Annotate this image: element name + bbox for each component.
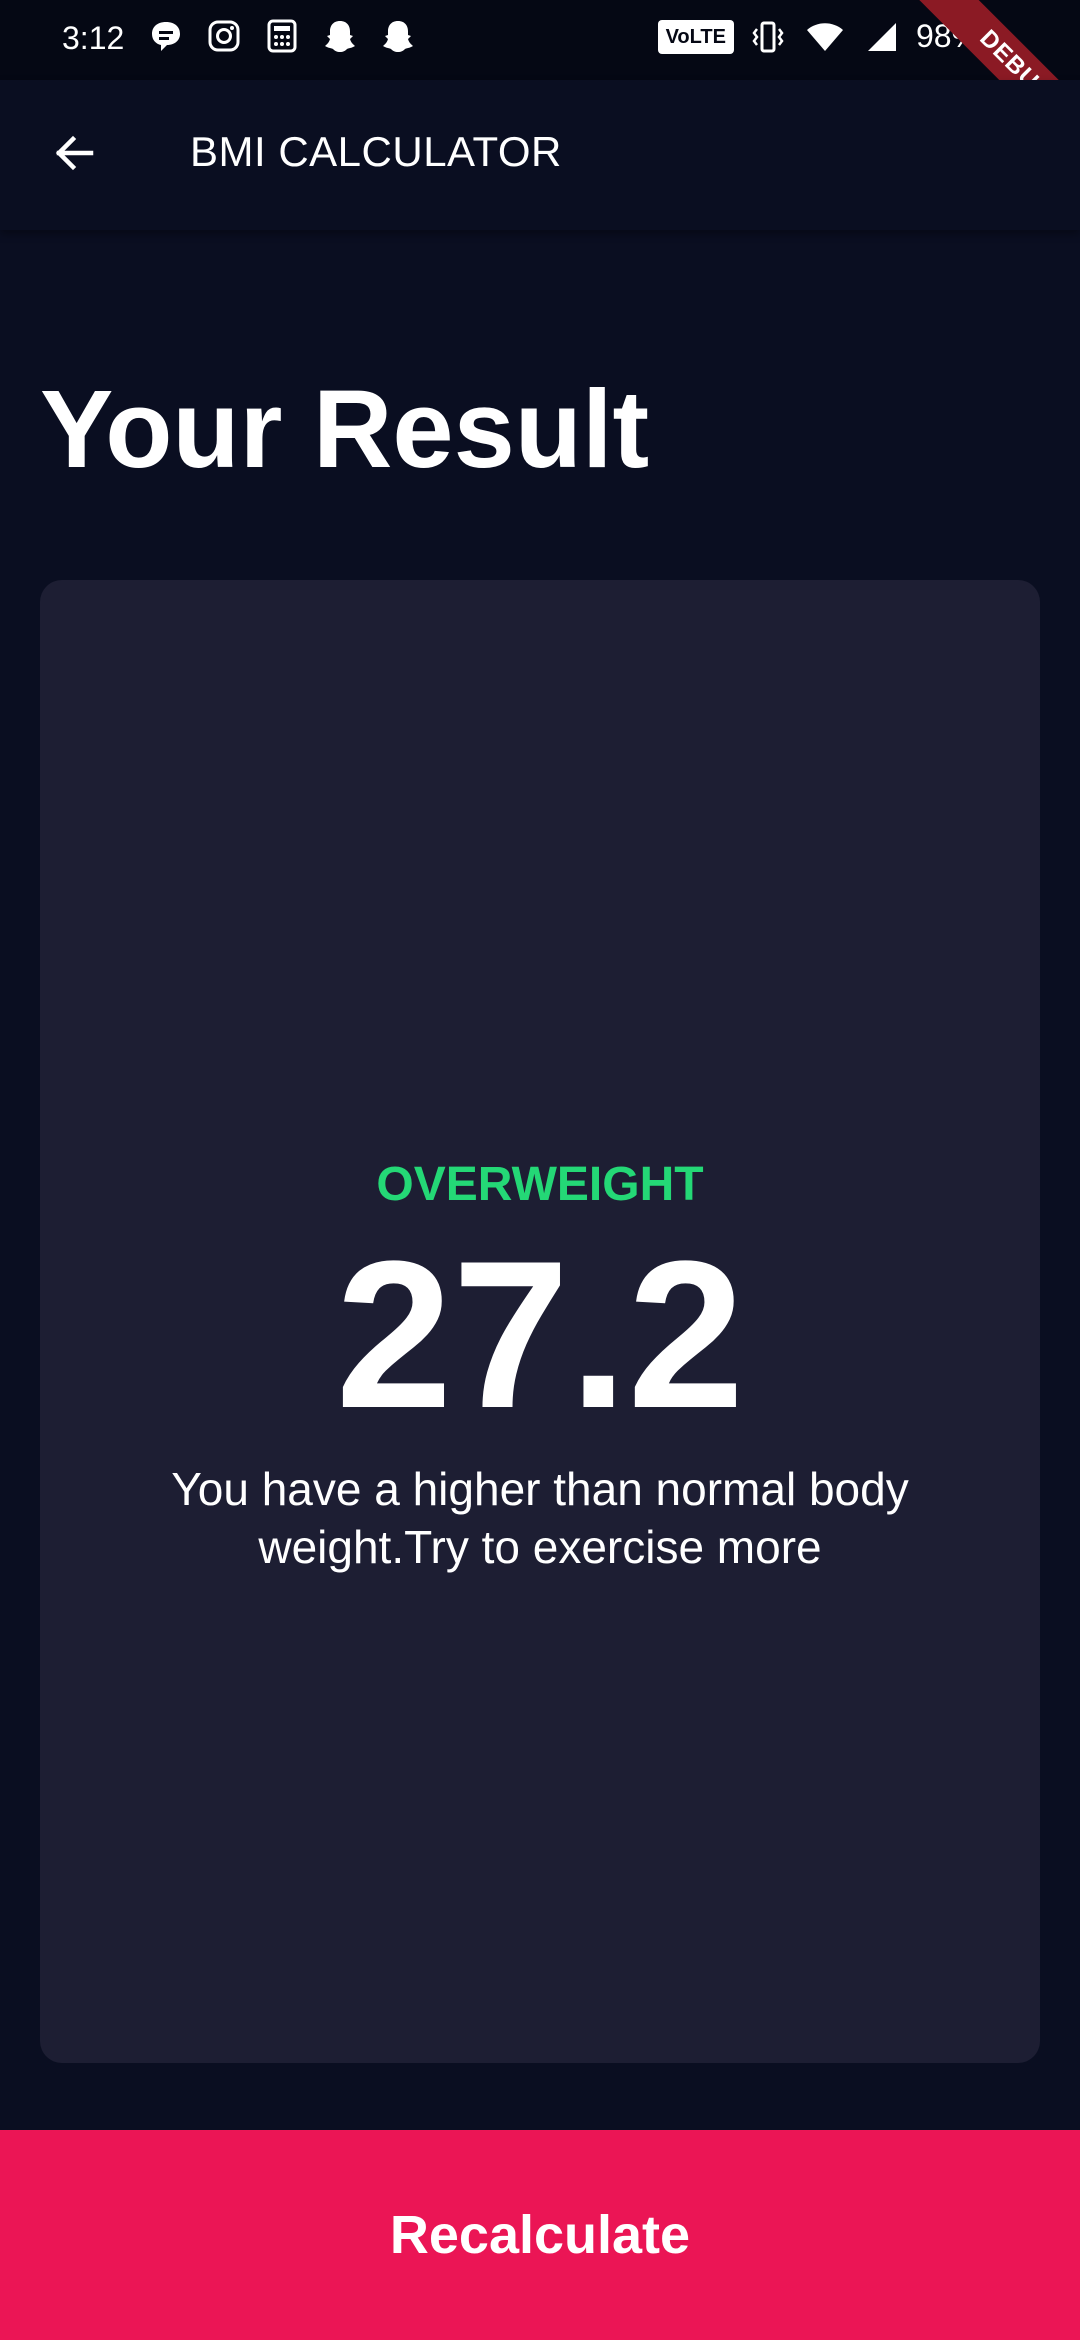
app-bar: BMI CALCULATOR <box>0 80 1080 230</box>
signal-icon <box>867 22 896 51</box>
result-card: OVERWEIGHT 27.2 You have a higher than n… <box>40 580 1040 2063</box>
snapchat-icon <box>383 21 413 52</box>
vibrate-icon <box>752 21 784 52</box>
calculator-icon <box>267 19 297 53</box>
status-time: 3:12 <box>62 20 125 56</box>
instagram-icon <box>208 20 240 52</box>
system-icons: VoLTE 98% <box>657 18 980 55</box>
page-title: Your Result <box>40 368 650 491</box>
message-icon <box>152 22 180 51</box>
back-button[interactable] <box>40 118 110 188</box>
notification-icons <box>148 18 416 54</box>
recalculate-button[interactable]: Recalculate <box>0 2130 1080 2340</box>
volte-badge: VoLTE <box>657 19 734 54</box>
bmi-value: 27.2 <box>335 1217 745 1452</box>
snapchat-icon <box>325 21 355 52</box>
status-bar: 3:12 VoLTE 98% DEBUG <box>0 0 1080 167</box>
result-status-label: OVERWEIGHT <box>376 1158 704 1211</box>
app-title: BMI CALCULATOR <box>190 128 562 175</box>
arrow-back-icon <box>55 135 94 171</box>
result-description: You have a higher than normal body weigh… <box>171 1463 909 1573</box>
wifi-icon <box>806 22 843 51</box>
